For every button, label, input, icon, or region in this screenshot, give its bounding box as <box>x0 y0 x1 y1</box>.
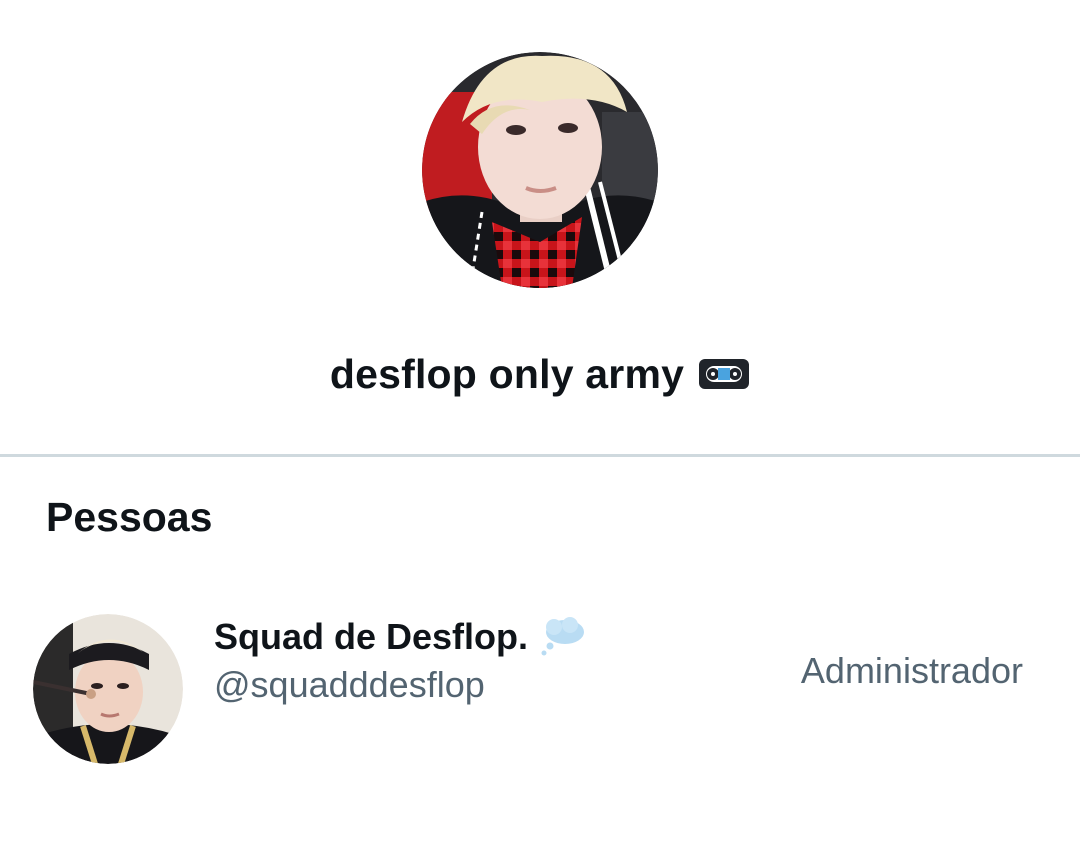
group-title-row: desflop only army <box>0 346 1080 402</box>
section-divider <box>0 454 1080 457</box>
group-header: desflop only army <box>0 0 1080 455</box>
members-section-title: Pessoas <box>46 494 213 540</box>
member-handle: @squadddesflop <box>214 664 485 705</box>
thought-balloon-icon <box>540 617 586 657</box>
member-display-name[interactable]: Squad de Desflop. <box>214 616 528 658</box>
group-avatar-image <box>422 52 658 288</box>
member-avatar-image <box>33 614 183 764</box>
group-avatar[interactable] <box>422 52 658 288</box>
group-title: desflop only army <box>329 350 685 397</box>
member-role: Administrador <box>800 650 1023 691</box>
member-name-row: Squad de Desflop. <box>214 616 586 658</box>
member-row[interactable]: Squad de Desflop. @squadddesflop Adminis… <box>0 604 1080 780</box>
vhs-tape-icon <box>698 357 750 391</box>
member-avatar[interactable] <box>33 614 183 764</box>
